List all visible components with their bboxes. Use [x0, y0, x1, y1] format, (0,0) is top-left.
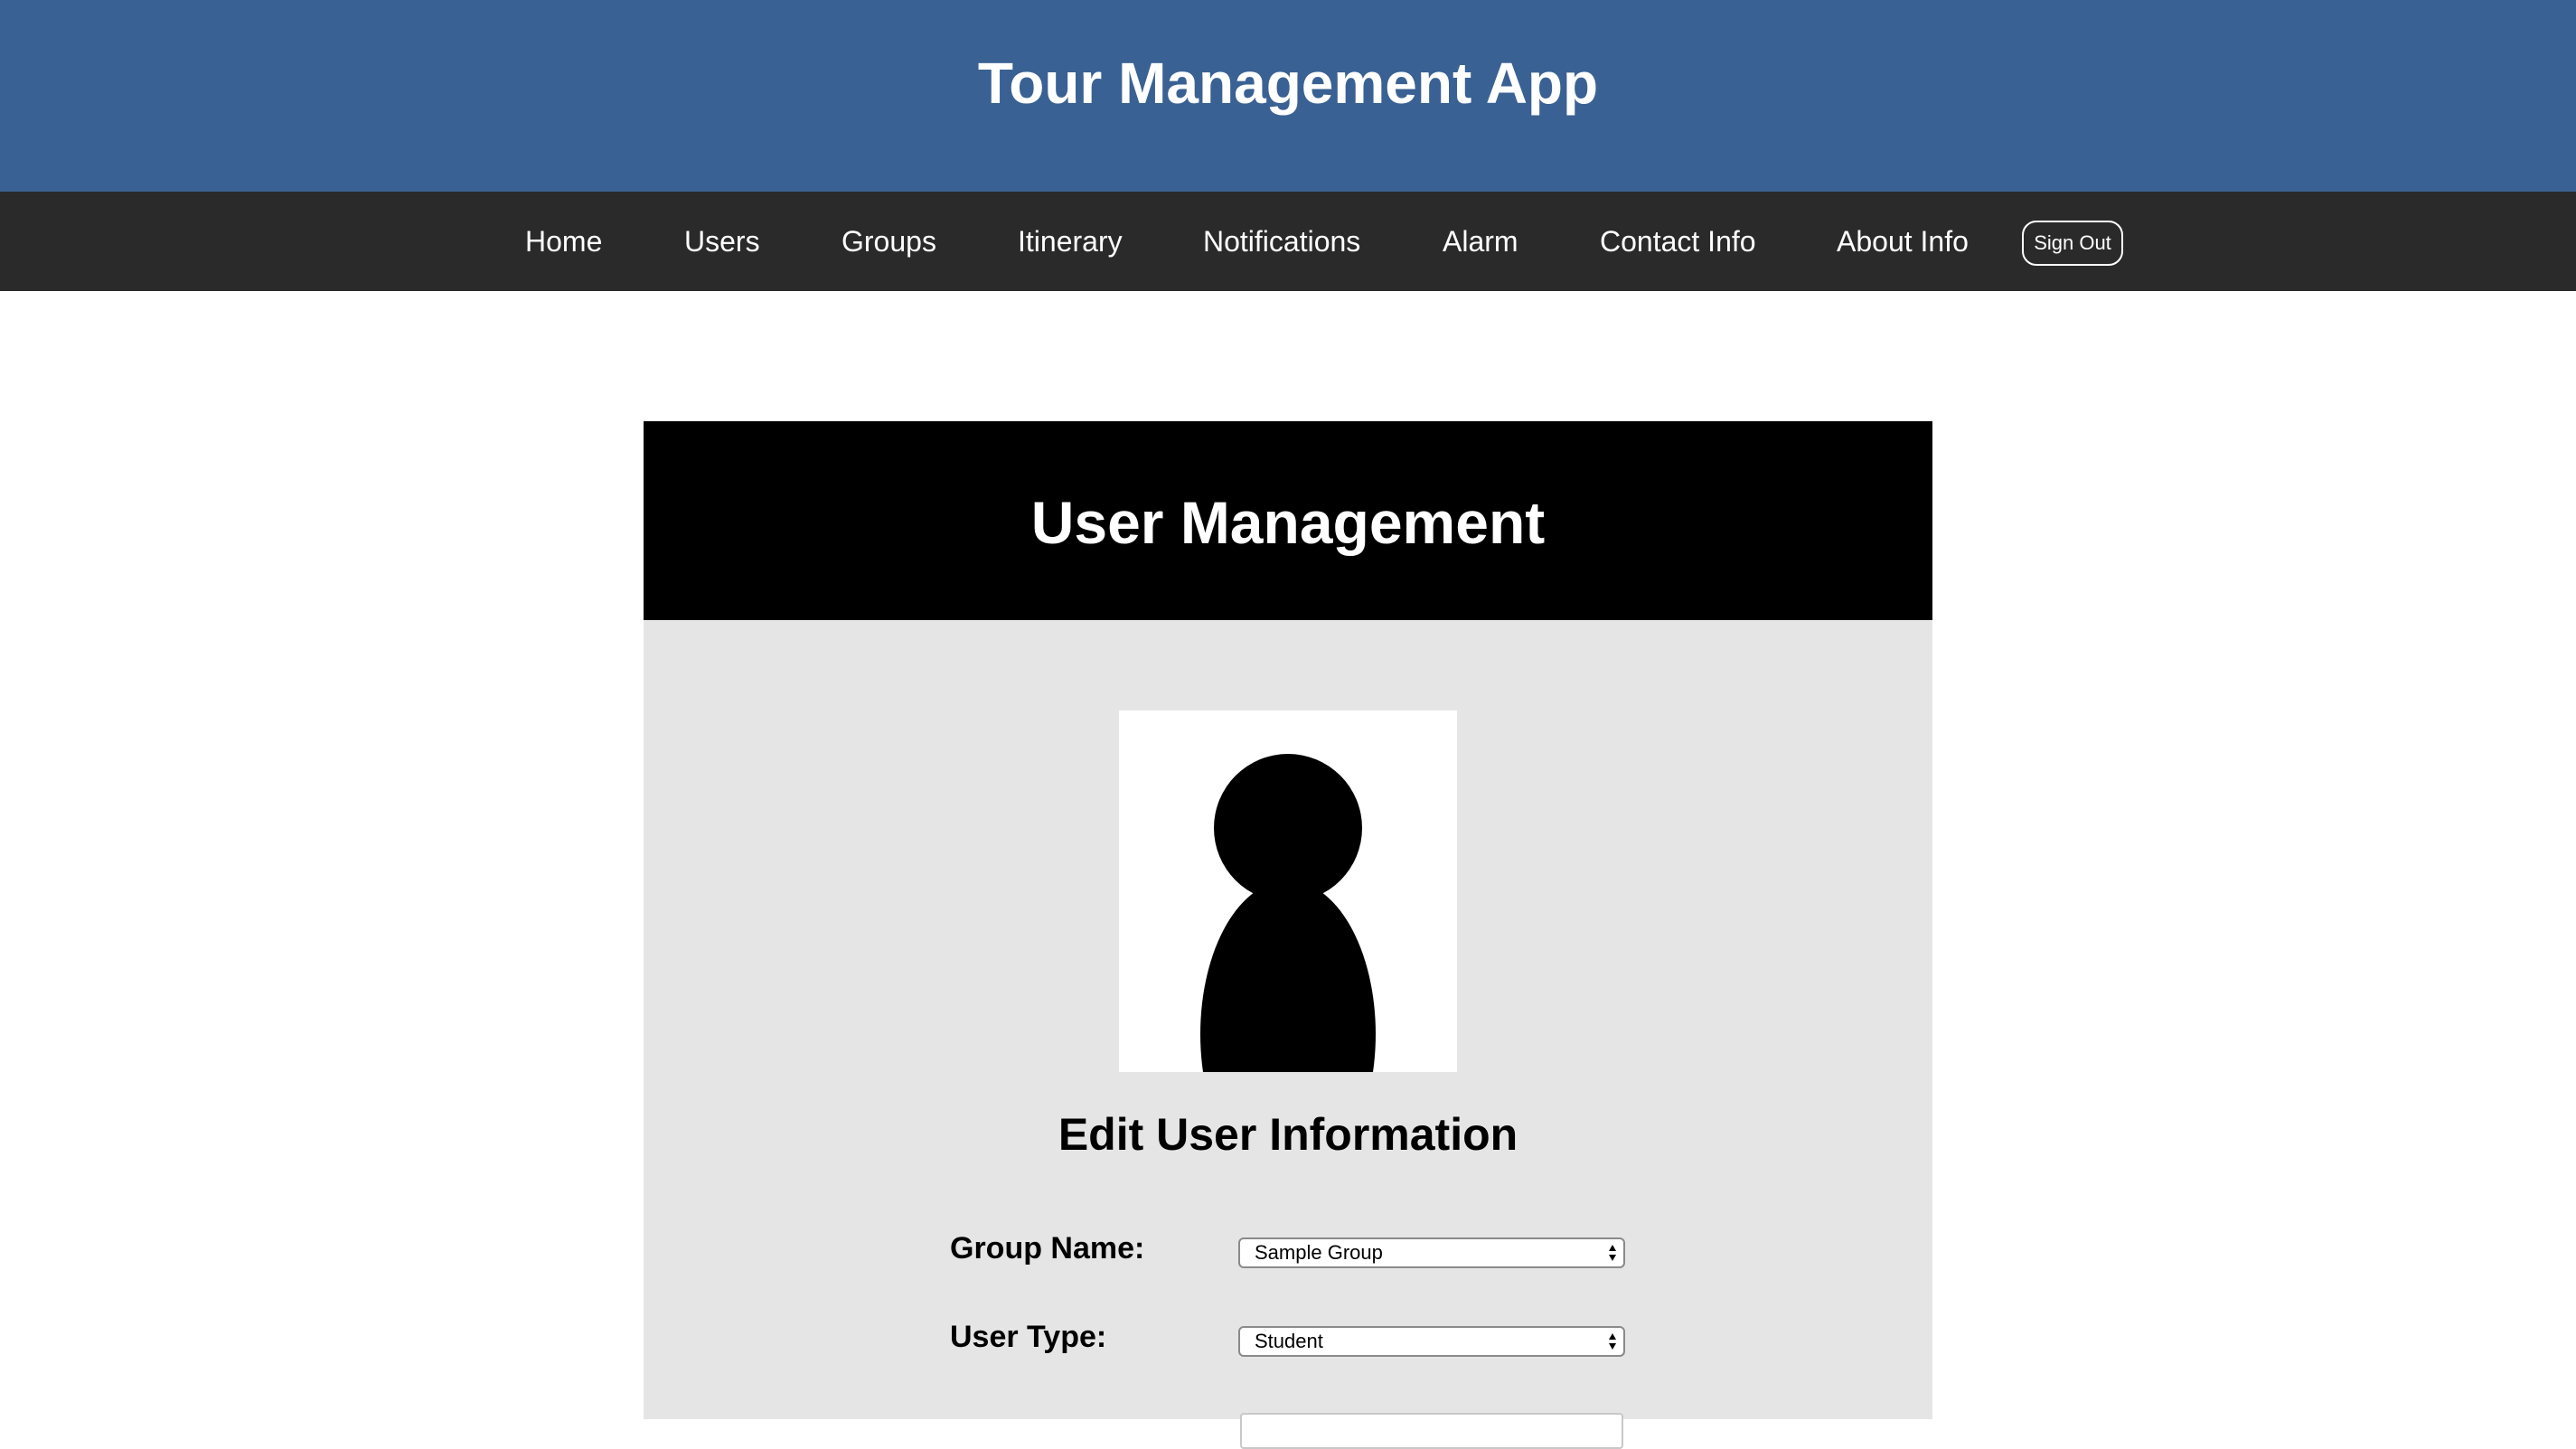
app-header: Tour Management App [0, 0, 2576, 192]
main-nav: Home Users Groups Itinerary Notification… [0, 192, 2576, 291]
next-field-input[interactable] [1240, 1413, 1623, 1449]
form-title: Edit User Information [1058, 1109, 1518, 1160]
group-name-select[interactable]: Sample Group [1238, 1237, 1625, 1268]
sign-out-button[interactable]: Sign Out [2022, 221, 2123, 266]
nav-item-about-info[interactable]: About Info [1837, 192, 1969, 291]
nav-item-alarm[interactable]: Alarm [1443, 192, 1518, 291]
select-arrows-icon [1609, 1245, 1616, 1261]
user-type-select[interactable]: Student [1238, 1326, 1625, 1357]
nav-item-home[interactable]: Home [525, 192, 602, 291]
group-name-label: Group Name: [950, 1231, 1145, 1266]
app-title: Tour Management App [977, 51, 1599, 116]
nav-item-groups[interactable]: Groups [841, 192, 936, 291]
person-silhouette-icon [1200, 754, 1376, 1072]
nav-item-users[interactable]: Users [684, 192, 760, 291]
select-arrows-icon [1609, 1333, 1616, 1350]
nav-item-notifications[interactable]: Notifications [1203, 192, 1360, 291]
user-type-label: User Type: [950, 1320, 1107, 1354]
nav-item-contact-info[interactable]: Contact Info [1600, 192, 1756, 291]
group-name-select-value: Sample Group [1255, 1241, 1383, 1264]
nav-item-itinerary[interactable]: Itinerary [1018, 192, 1123, 291]
panel-title: User Management [1030, 489, 1546, 556]
user-type-select-value: Student [1255, 1330, 1323, 1352]
panel-header: User Management [644, 421, 1932, 620]
avatar [1119, 710, 1457, 1072]
